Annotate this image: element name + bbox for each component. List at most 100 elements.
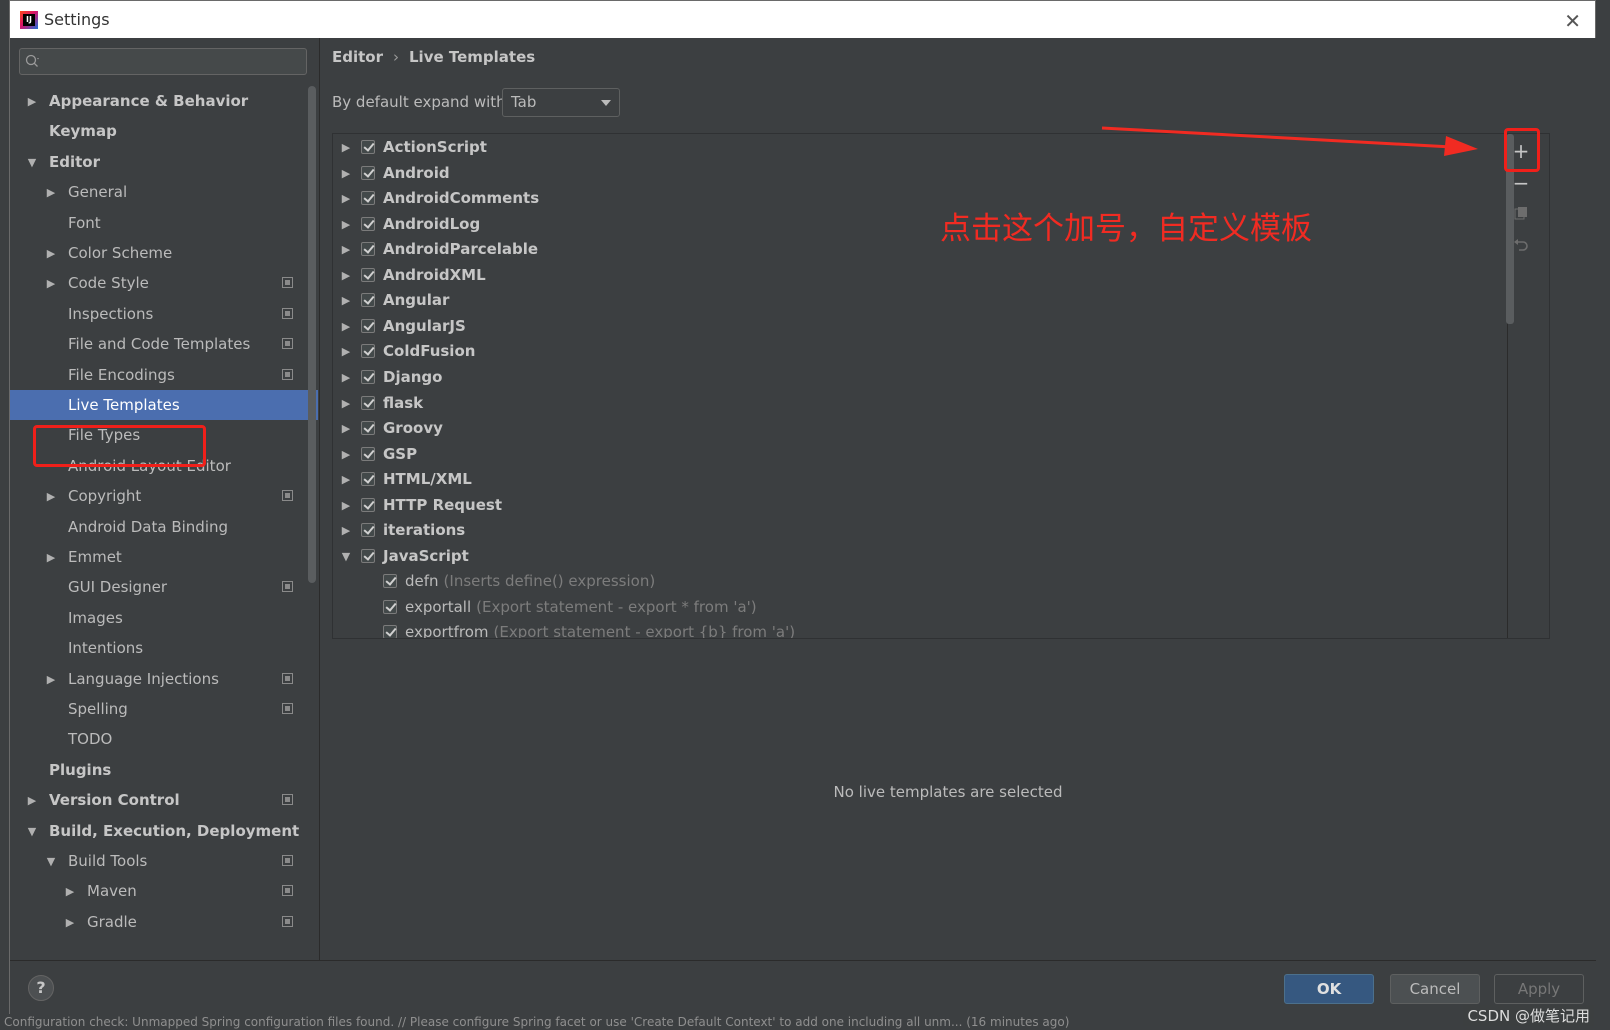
chevron-right-icon[interactable]: ▶ xyxy=(62,885,78,898)
chevron-right-icon[interactable]: ▶ xyxy=(43,490,59,503)
chevron-right-icon[interactable]: ▶ xyxy=(337,524,355,537)
template-group-row[interactable]: ▶ AndroidParcelable xyxy=(333,236,538,262)
sidebar-item-maven[interactable]: ▶ Maven xyxy=(10,876,307,906)
template-group-checkbox[interactable] xyxy=(361,549,375,563)
sidebar-item-copyright[interactable]: ▶ Copyright xyxy=(10,481,307,511)
sidebar-item-color-scheme[interactable]: ▶ Color Scheme xyxy=(10,238,307,268)
template-group-checkbox[interactable] xyxy=(361,421,375,435)
sidebar-item-plugins[interactable]: Plugins xyxy=(10,755,307,785)
sidebar-item-build-execution-deployment[interactable]: ▼ Build, Execution, Deployment xyxy=(10,816,307,846)
sidebar-item-version-control[interactable]: ▶ Version Control xyxy=(10,785,307,815)
template-group-checkbox[interactable] xyxy=(361,472,375,486)
sidebar-item-editor[interactable]: ▼ Editor xyxy=(10,147,307,177)
template-group-checkbox[interactable] xyxy=(361,293,375,307)
chevron-right-icon[interactable]: ▶ xyxy=(337,371,355,384)
template-group-row[interactable]: ▶ Django xyxy=(333,364,443,390)
template-group-row[interactable]: ▶ Groovy xyxy=(333,415,443,441)
help-button[interactable]: ? xyxy=(28,975,54,1001)
remove-template-button[interactable]: − xyxy=(1506,169,1536,197)
ok-button[interactable]: OK xyxy=(1284,974,1374,1004)
sidebar-item-android-data-binding[interactable]: Android Data Binding xyxy=(10,512,307,542)
template-group-row[interactable]: ▶ AndroidXML xyxy=(333,262,486,288)
chevron-right-icon[interactable]: ▶ xyxy=(337,167,355,180)
template-item-row[interactable]: exportall (Export statement - export * fr… xyxy=(333,594,757,620)
chevron-right-icon[interactable]: ▶ xyxy=(43,673,59,686)
expand-with-select[interactable]: Tab xyxy=(502,88,620,117)
chevron-right-icon[interactable]: ▶ xyxy=(337,422,355,435)
sidebar-item-gradle[interactable]: ▶ Gradle xyxy=(10,907,307,937)
chevron-right-icon[interactable]: ▶ xyxy=(337,141,355,154)
template-group-row[interactable]: ▶ AndroidLog xyxy=(333,211,480,237)
template-item-checkbox[interactable] xyxy=(383,574,397,588)
template-group-row[interactable]: ▶ flask xyxy=(333,390,423,416)
template-group-row[interactable]: ▶ AngularJS xyxy=(333,313,466,339)
template-group-checkbox[interactable] xyxy=(361,523,375,537)
template-group-row[interactable]: ▶ ActionScript xyxy=(333,134,487,160)
template-group-checkbox[interactable] xyxy=(361,344,375,358)
settings-search-input[interactable] xyxy=(19,48,307,75)
template-item-checkbox[interactable] xyxy=(383,600,397,614)
chevron-right-icon[interactable]: ▶ xyxy=(24,95,40,108)
chevron-right-icon[interactable]: ▶ xyxy=(337,192,355,205)
close-icon[interactable]: ✕ xyxy=(1564,9,1581,33)
chevron-right-icon[interactable]: ▶ xyxy=(337,294,355,307)
sidebar-item-general[interactable]: ▶ General xyxy=(10,177,307,207)
sidebar-item-code-style[interactable]: ▶ Code Style xyxy=(10,268,307,298)
chevron-down-icon[interactable]: ▼ xyxy=(24,156,40,169)
template-group-row[interactable]: ▶ Android xyxy=(333,160,450,186)
sidebar-item-images[interactable]: Images xyxy=(10,603,307,633)
template-group-row[interactable]: ▶ HTML/XML xyxy=(333,466,472,492)
template-group-row[interactable]: ▶ ColdFusion xyxy=(333,338,476,364)
template-group-checkbox[interactable] xyxy=(361,396,375,410)
chevron-right-icon[interactable]: ▶ xyxy=(337,218,355,231)
chevron-right-icon[interactable]: ▶ xyxy=(43,277,59,290)
sidebar-item-inspections[interactable]: Inspections xyxy=(10,299,307,329)
chevron-right-icon[interactable]: ▶ xyxy=(43,186,59,199)
sidebar-item-font[interactable]: Font xyxy=(10,208,307,238)
chevron-down-icon[interactable]: ▼ xyxy=(43,855,59,868)
sidebar-item-file-and-code-templates[interactable]: File and Code Templates xyxy=(10,329,307,359)
chevron-right-icon[interactable]: ▶ xyxy=(62,916,78,929)
sidebar-item-spelling[interactable]: Spelling xyxy=(10,694,307,724)
cancel-button[interactable]: Cancel xyxy=(1390,974,1480,1004)
chevron-right-icon[interactable]: ▶ xyxy=(43,551,59,564)
template-group-row[interactable]: ▶ HTTP Request xyxy=(333,492,502,518)
chevron-right-icon[interactable]: ▶ xyxy=(337,448,355,461)
sidebar-item-file-encodings[interactable]: File Encodings xyxy=(10,360,307,390)
sidebar-item-build-tools[interactable]: ▼ Build Tools xyxy=(10,846,307,876)
template-item-row[interactable]: defn (Inserts define() expression) xyxy=(333,568,655,594)
template-group-checkbox[interactable] xyxy=(361,166,375,180)
template-group-row[interactable]: ▶ Angular xyxy=(333,287,450,313)
template-group-checkbox[interactable] xyxy=(361,498,375,512)
chevron-right-icon[interactable]: ▶ xyxy=(337,345,355,358)
chevron-down-icon[interactable]: ▼ xyxy=(24,825,40,838)
chevron-right-icon[interactable]: ▶ xyxy=(24,794,40,807)
sidebar-scrollbar[interactable] xyxy=(308,86,316,583)
template-group-row[interactable]: ▶ iterations xyxy=(333,517,465,543)
template-group-row[interactable]: ▶ AndroidComments xyxy=(333,185,539,211)
template-group-row[interactable]: ▶ GSP xyxy=(333,441,417,467)
template-group-checkbox[interactable] xyxy=(361,191,375,205)
chevron-right-icon[interactable]: ▶ xyxy=(43,247,59,260)
template-group-checkbox[interactable] xyxy=(361,268,375,282)
chevron-down-icon[interactable]: ▼ xyxy=(337,550,355,563)
template-group-row[interactable]: ▼ JavaScript xyxy=(333,543,469,569)
sidebar-item-emmet[interactable]: ▶ Emmet xyxy=(10,542,307,572)
copy-template-button[interactable] xyxy=(1506,199,1536,227)
restore-template-button[interactable] xyxy=(1506,231,1536,259)
chevron-right-icon[interactable]: ▶ xyxy=(337,243,355,256)
chevron-right-icon[interactable]: ▶ xyxy=(337,269,355,282)
template-item-checkbox[interactable] xyxy=(383,625,397,638)
template-item-row[interactable]: exportfrom (Export statement - export {b}… xyxy=(333,619,795,638)
template-group-checkbox[interactable] xyxy=(361,370,375,384)
chevron-right-icon[interactable]: ▶ xyxy=(337,473,355,486)
sidebar-item-gui-designer[interactable]: GUI Designer xyxy=(10,572,307,602)
apply-button[interactable]: Apply xyxy=(1494,974,1584,1004)
template-group-checkbox[interactable] xyxy=(361,140,375,154)
sidebar-item-appearance-behavior[interactable]: ▶ Appearance & Behavior xyxy=(10,86,307,116)
template-group-checkbox[interactable] xyxy=(361,217,375,231)
chevron-right-icon[interactable]: ▶ xyxy=(337,499,355,512)
chevron-right-icon[interactable]: ▶ xyxy=(337,397,355,410)
sidebar-item-intentions[interactable]: Intentions xyxy=(10,633,307,663)
sidebar-item-todo[interactable]: TODO xyxy=(10,724,307,754)
